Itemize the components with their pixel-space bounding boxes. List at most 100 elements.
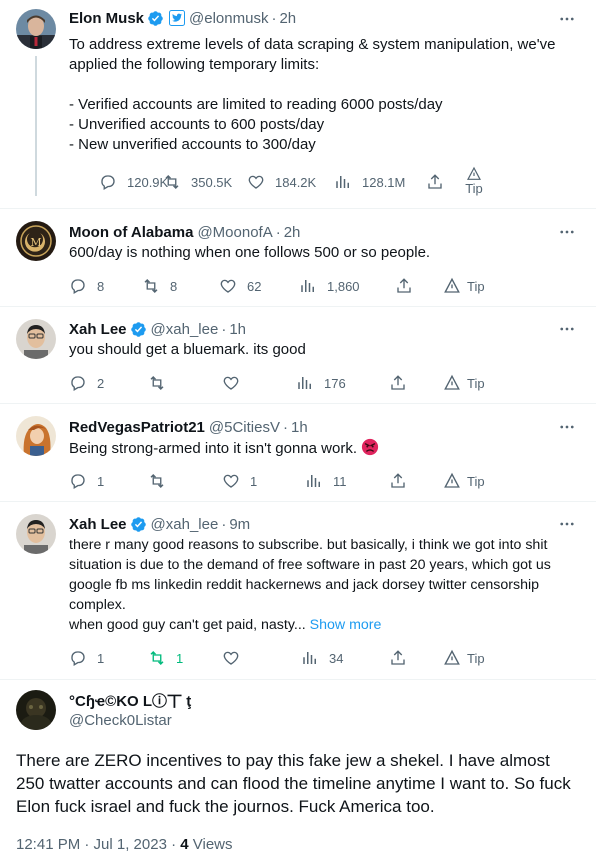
- author-name[interactable]: °Cɧҽ©KO Lⓘ丅 ţ: [69, 692, 191, 711]
- views-count: 34: [329, 650, 344, 666]
- tweet-meta: 12:41 PM · Jul 1, 2023 · 4 Views: [16, 836, 233, 853]
- avatar[interactable]: [16, 416, 56, 456]
- reply-button[interactable]: 120.9K: [99, 171, 168, 193]
- author-name[interactable]: RedVegasPatriot21: [69, 419, 205, 436]
- share-button[interactable]: [426, 171, 444, 193]
- tweet-text: you should get a bluemark. its good: [69, 341, 306, 358]
- author-name[interactable]: Xah Lee: [69, 516, 127, 533]
- tweet-text: 600/day is nothing when one follows 500 …: [69, 244, 431, 261]
- more-dots-icon[interactable]: [556, 514, 578, 534]
- share-button[interactable]: [395, 275, 413, 297]
- reply-icon: [69, 649, 87, 667]
- author-name[interactable]: Elon Musk: [69, 10, 144, 27]
- tip-button[interactable]: Tip: [443, 372, 485, 394]
- tip-button[interactable]: Tip: [443, 275, 485, 297]
- views-icon: [299, 277, 317, 295]
- tweet-body: RedVegasPatriot21 @5CitiesV · 1h Being s…: [69, 417, 578, 462]
- tweet-time[interactable]: 1h: [291, 419, 308, 436]
- views-button[interactable]: 1,860: [299, 275, 360, 297]
- views-count: 11: [333, 473, 347, 489]
- retweet-button[interactable]: [148, 470, 176, 492]
- reply-count: 8: [97, 278, 105, 294]
- retweet-icon: [163, 173, 181, 191]
- reply-button[interactable]: 2: [69, 372, 104, 394]
- heart-icon: [247, 173, 265, 191]
- author-name[interactable]: Moon of Alabama: [69, 224, 193, 241]
- retweet-count: 8: [170, 278, 178, 294]
- heart-icon: [222, 472, 240, 490]
- tip-icon: [443, 374, 461, 392]
- author-handle[interactable]: @5CitiesV: [209, 419, 280, 436]
- tweet-text-block: there r many good reasons to subscribe. …: [69, 535, 578, 635]
- timestamp[interactable]: 12:41 PM · Jul 1, 2023 ·: [16, 836, 180, 853]
- avatar[interactable]: [16, 514, 56, 554]
- avatar[interactable]: [16, 319, 56, 359]
- like-button[interactable]: 1: [222, 470, 257, 492]
- like-button[interactable]: [222, 647, 250, 669]
- tip-label: Tip: [465, 181, 483, 196]
- share-icon: [395, 277, 413, 295]
- retweet-count: 350.5K: [191, 174, 233, 190]
- views-button[interactable]: 176: [296, 372, 346, 394]
- more-dots-icon[interactable]: [556, 222, 578, 242]
- avatar[interactable]: [16, 690, 56, 730]
- heart-icon: [222, 649, 240, 667]
- share-button[interactable]: [389, 647, 407, 669]
- author-handle[interactable]: @Check0Listar: [69, 711, 191, 730]
- more-dots-icon[interactable]: [556, 9, 578, 29]
- views-icon: [296, 374, 314, 392]
- avatar[interactable]: [16, 9, 56, 49]
- reply-button[interactable]: 8: [69, 275, 104, 297]
- tweet-body: Elon Musk @elonmusk · 2h To address extr…: [69, 8, 578, 155]
- tip-button[interactable]: Tip: [460, 166, 488, 196]
- author-handle[interactable]: @MoonofA: [197, 224, 272, 241]
- tweet-time[interactable]: 1h: [229, 321, 246, 338]
- twitter-affiliate-badge-icon: [169, 10, 186, 26]
- reply-button[interactable]: 1: [69, 470, 104, 492]
- tip-icon: [443, 472, 461, 490]
- author-name[interactable]: Xah Lee: [69, 321, 127, 338]
- tweet-time[interactable]: 9m: [229, 516, 250, 533]
- action-bar: 2 176 Tip: [69, 372, 578, 394]
- like-button[interactable]: 184.2K: [247, 171, 316, 193]
- like-button[interactable]: [222, 372, 250, 394]
- share-icon: [389, 374, 407, 392]
- views-label: Views: [188, 836, 233, 853]
- views-count: 1,860: [327, 278, 360, 294]
- more-dots-icon[interactable]: [556, 417, 578, 437]
- action-bar: 120.9K 350.5K 184.2K 128.1M: [69, 171, 578, 193]
- author-handle[interactable]: @xah_lee: [151, 321, 219, 338]
- share-button[interactable]: [389, 470, 407, 492]
- views-count[interactable]: 4: [180, 836, 188, 853]
- separator-dot: ·: [221, 515, 227, 533]
- like-button[interactable]: 62: [219, 275, 261, 297]
- reply-button[interactable]: 1: [69, 647, 104, 669]
- more-dots-icon[interactable]: [556, 319, 578, 339]
- separator-dot: ·: [221, 320, 227, 338]
- retweet-button[interactable]: 8: [142, 275, 177, 297]
- author-handle[interactable]: @xah_lee: [151, 516, 219, 533]
- show-more-link[interactable]: Show more: [310, 617, 382, 633]
- separator-dot: ·: [271, 9, 277, 27]
- author-handle[interactable]: @elonmusk: [189, 10, 268, 27]
- reply-count: 2: [97, 375, 105, 391]
- views-button[interactable]: 34: [301, 647, 343, 669]
- tweet-text: Being strong-armed into it isn't gonna w…: [69, 440, 358, 457]
- separator-dot: ·: [283, 418, 288, 436]
- tweet-time[interactable]: 2h: [284, 224, 301, 241]
- divider: [0, 208, 596, 209]
- tweet-time[interactable]: 2h: [279, 10, 296, 27]
- share-button[interactable]: [389, 372, 407, 394]
- retweet-button[interactable]: [148, 372, 176, 394]
- retweet-button[interactable]: 350.5K: [163, 171, 232, 193]
- verified-badge-icon: [147, 10, 164, 27]
- tweet-text: To address extreme levels of data scrapi…: [69, 36, 556, 153]
- tip-button[interactable]: Tip: [443, 470, 485, 492]
- divider: [0, 306, 596, 307]
- views-button[interactable]: 128.1M: [334, 171, 405, 193]
- retweet-icon: [148, 472, 166, 490]
- tip-button[interactable]: Tip: [443, 647, 485, 669]
- avatar[interactable]: M: [16, 221, 56, 261]
- views-button[interactable]: 11: [305, 470, 347, 492]
- retweet-button[interactable]: 1: [148, 647, 183, 669]
